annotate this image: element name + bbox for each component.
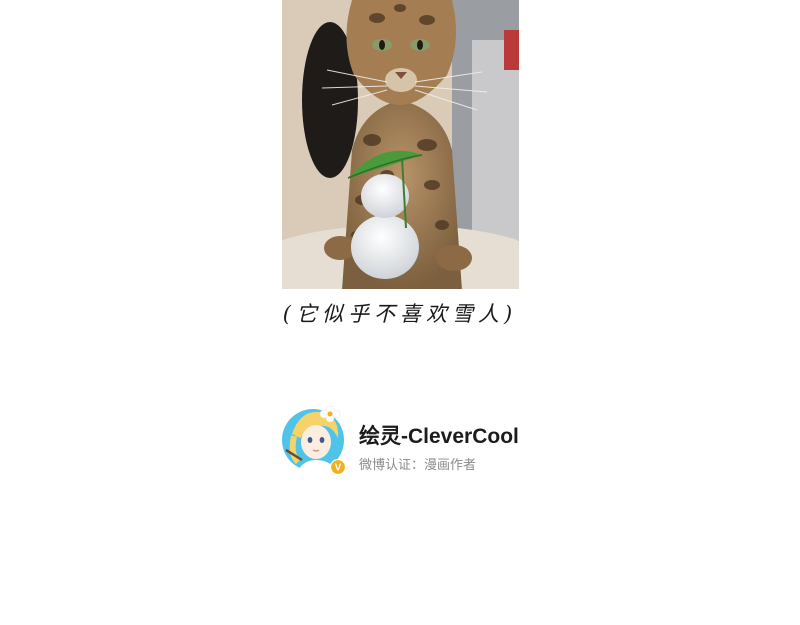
author-verification: 微博认证：漫画作者	[359, 457, 477, 472]
cat-photo	[282, 0, 519, 289]
author-card[interactable]: V 绘灵-CleverCool 微博认证：漫画作者	[280, 404, 540, 478]
author-avatar[interactable]: V	[280, 404, 348, 475]
verified-badge-icon: V	[330, 459, 346, 475]
photo-caption: (它似乎不喜欢雪人)	[282, 302, 518, 326]
author-name[interactable]: 绘灵-CleverCool	[359, 420, 519, 450]
verified-badge-label: V	[335, 463, 342, 474]
cat-photo-illustration	[282, 0, 519, 289]
page: (它似乎不喜欢雪人) V 绘灵-CleverCool 微博认证：漫画作者	[0, 0, 800, 625]
